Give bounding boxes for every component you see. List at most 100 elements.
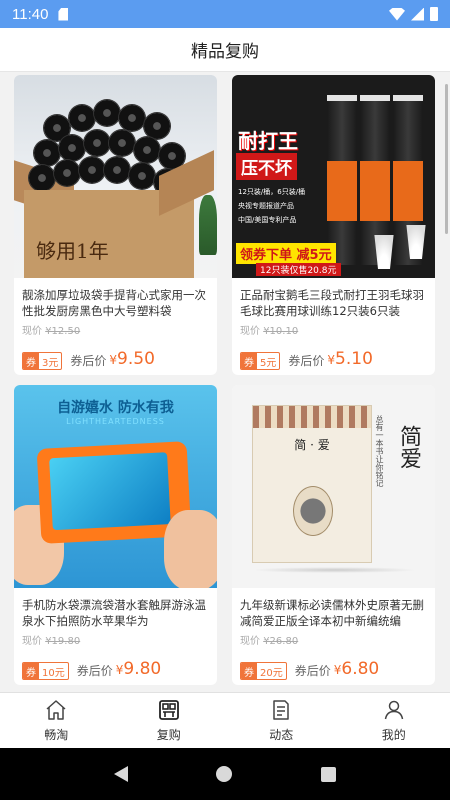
image-caption: 够用1年	[36, 239, 109, 263]
original-price-row: 现价 ¥10.10	[232, 322, 435, 337]
product-title[interactable]: 靓涤加厚垃圾袋手提背心式家用一次性批发厨房黑色中大号塑料袋	[14, 287, 217, 319]
coupon-tag: 券	[241, 663, 257, 679]
headline-text: 压不坏	[236, 153, 297, 180]
scrollbar[interactable]	[445, 84, 448, 234]
bag-roll	[144, 113, 170, 139]
price-row: 券 10元 券后价 ¥9.80	[22, 659, 161, 680]
nav-item-changtao[interactable]: 畅淘	[0, 693, 113, 748]
feature-text: 央视专题报道产品	[238, 202, 294, 210]
plant	[199, 195, 217, 255]
bag-roll	[109, 130, 135, 156]
coupon-value: 3元	[42, 357, 59, 369]
bag-roll	[79, 157, 105, 183]
currency-symbol: ¥	[109, 353, 118, 367]
original-price-label: 现价	[240, 636, 260, 647]
coupon-badge[interactable]: 券 10元	[22, 662, 69, 680]
nav-label: 畅淘	[44, 728, 69, 742]
original-price-label: 现价	[22, 636, 42, 647]
coupon-tag: 券	[241, 353, 257, 369]
product-image-shuttlecocks[interactable]: 耐打王 压不坏 12只装/桶，6只装/桶 央视专题报道产品 中国/美国专利产品 …	[232, 75, 435, 278]
nav-label: 我的	[381, 728, 406, 742]
book-spine-title: 简爱	[396, 425, 421, 469]
bag-roll	[119, 105, 145, 131]
promo-text: 领券下单 减5元	[236, 243, 336, 264]
nav-item-dongtai[interactable]: 动态	[225, 693, 338, 748]
product-card[interactable]: 耐打王 压不坏 12只装/桶，6只装/桶 央视专题报道产品 中国/美国专利产品 …	[232, 75, 435, 375]
home-button-icon[interactable]	[216, 766, 233, 782]
price-row: 券 3元 券后价 ¥9.50	[22, 349, 155, 370]
hand	[164, 510, 217, 588]
bag-roll	[29, 165, 55, 191]
after-coupon-label: 券后价	[70, 354, 107, 368]
grid-icon	[158, 700, 179, 720]
book-cover: 简 · 爱	[252, 405, 372, 563]
bag-roll	[104, 157, 130, 183]
bag-roll	[129, 163, 155, 189]
product-title[interactable]: 九年级新课标必读儒林外史原著无删减简爱正版全译本初中新编统编	[232, 597, 435, 629]
product-grid[interactable]: 够用1年 靓涤加厚垃圾袋手提背心式家用一次性批发厨房黑色中大号塑料袋 现价 ¥1…	[0, 72, 450, 692]
product-image-waterproof-pouch[interactable]: 自游嬉水 防水有我 LIGHTHEARTEDNESS	[14, 385, 217, 588]
bag-roll	[84, 130, 110, 156]
tube-band	[393, 161, 423, 221]
after-coupon-price: ¥6.80	[334, 659, 380, 680]
page-title: 精品复购	[191, 42, 259, 62]
signal-icon	[411, 7, 424, 21]
book-pattern	[253, 406, 371, 428]
after-coupon-price: ¥9.80	[116, 659, 162, 680]
product-title[interactable]: 手机防水袋漂流袋潜水套触屏游泳温泉水下拍照防水苹果华为	[14, 597, 217, 629]
after-coupon-label: 券后价	[294, 664, 331, 678]
price-row: 券 20元 券后价 ¥6.80	[240, 659, 379, 680]
original-price-row: 现价 ¥26.80	[232, 632, 435, 647]
shuttle-tube	[327, 95, 357, 265]
original-price: ¥12.50	[45, 326, 81, 337]
recents-icon[interactable]	[320, 766, 336, 782]
original-price-row: 现价 ¥12.50	[14, 322, 217, 337]
back-icon[interactable]	[114, 766, 129, 782]
wifi-icon	[389, 7, 405, 21]
bag-roll	[34, 140, 60, 166]
home-icon	[46, 700, 66, 720]
nav-item-fugou[interactable]: 复购	[113, 693, 226, 748]
product-card[interactable]: 自游嬉水 防水有我 LIGHTHEARTEDNESS 手机防水袋漂流袋潜水套触屏…	[14, 385, 217, 685]
product-image-book[interactable]: 简 · 爱 总有一本书让你铭记 简爱	[232, 385, 435, 588]
book-title: 简 · 爱	[294, 438, 330, 452]
image-headline: 自游嬉水 防水有我	[57, 400, 174, 416]
bag-roll	[54, 160, 80, 186]
after-coupon-label: 券后价	[288, 354, 325, 368]
after-coupon-price-value: 6.80	[341, 659, 380, 679]
original-price-row: 现价 ¥19.80	[14, 632, 217, 647]
after-coupon-price-value: 5.10	[335, 349, 373, 369]
original-price-label: 现价	[240, 326, 260, 337]
bag-roll	[94, 100, 120, 126]
original-price: ¥19.80	[45, 636, 81, 647]
product-image-garbage-bags[interactable]: 够用1年	[14, 75, 217, 278]
book-portrait	[293, 486, 333, 536]
status-icons	[389, 7, 438, 21]
original-price: ¥10.10	[263, 326, 299, 337]
nav-label: 复购	[156, 728, 181, 742]
document-icon	[273, 700, 289, 720]
coupon-badge[interactable]: 券 3元	[22, 352, 63, 370]
status-bar: 11:40	[0, 0, 450, 28]
bottom-nav: 畅淘 复购 动态 我的	[0, 692, 450, 748]
person-icon	[384, 700, 403, 720]
nav-label: 动态	[269, 728, 294, 742]
promo-subtext: 12只装仅售20.8元	[256, 263, 341, 276]
coupon-value: 10元	[42, 667, 65, 679]
image-subline: LIGHTHEARTEDNESS	[66, 417, 165, 426]
coupon-tag: 券	[23, 353, 39, 369]
coupon-badge[interactable]: 券 20元	[240, 662, 287, 680]
coupon-value: 20元	[260, 667, 283, 679]
book-side-text: 总有一本书让你铭记	[375, 415, 384, 487]
product-card[interactable]: 够用1年 靓涤加厚垃圾袋手提背心式家用一次性批发厨房黑色中大号塑料袋 现价 ¥1…	[14, 75, 217, 375]
coupon-badge[interactable]: 券 5元	[240, 352, 281, 370]
tube-band	[327, 161, 357, 221]
original-price: ¥26.80	[263, 636, 299, 647]
nav-item-wode[interactable]: 我的	[338, 693, 450, 748]
product-title[interactable]: 正品耐宝鹅毛三段式耐打王羽毛球羽毛球比赛用球训练12只装6只装	[232, 287, 435, 319]
brand-text: 耐打王	[238, 129, 298, 153]
currency-symbol: ¥	[327, 353, 336, 367]
product-card[interactable]: 简 · 爱 总有一本书让你铭记 简爱 九年级新课标必读儒林外史原著无删减简爱正版…	[232, 385, 435, 685]
feature-text: 中国/美国专利产品	[238, 216, 297, 224]
status-time: 11:40	[12, 5, 49, 23]
